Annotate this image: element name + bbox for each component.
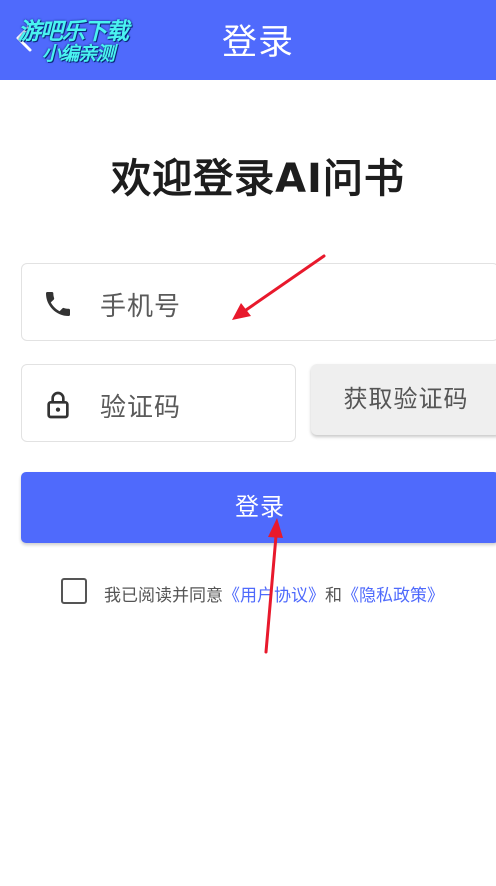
agreement-checkbox[interactable] [61,578,87,604]
page-title: 登录 [221,23,294,63]
agreement-and: 和 [325,586,342,606]
verification-code-input[interactable]: 验证码 [21,364,296,442]
phone-placeholder: 手机号 [100,292,182,322]
code-placeholder: 验证码 [100,393,182,423]
user-agreement-link[interactable]: 《用户协议》 [223,586,325,606]
welcome-heading: 欢迎登录AI问书 [111,156,405,202]
phone-input[interactable]: 手机号 [21,263,496,341]
agreement-text: 我已阅读并同意《用户协议》和《隐私政策》 [104,581,444,606]
top-bar: 游吧乐下载 小编亲测 登录 [0,0,496,80]
privacy-policy-link[interactable]: 《隐私政策》 [342,586,444,606]
phone-icon [46,292,70,316]
annotation-overlay [232,254,326,654]
lock-icon [47,391,69,419]
agreement-prefix: 我已阅读并同意 [104,586,223,606]
get-code-button[interactable]: 获取验证码 [311,364,496,435]
login-button[interactable]: 登录 [21,472,496,543]
